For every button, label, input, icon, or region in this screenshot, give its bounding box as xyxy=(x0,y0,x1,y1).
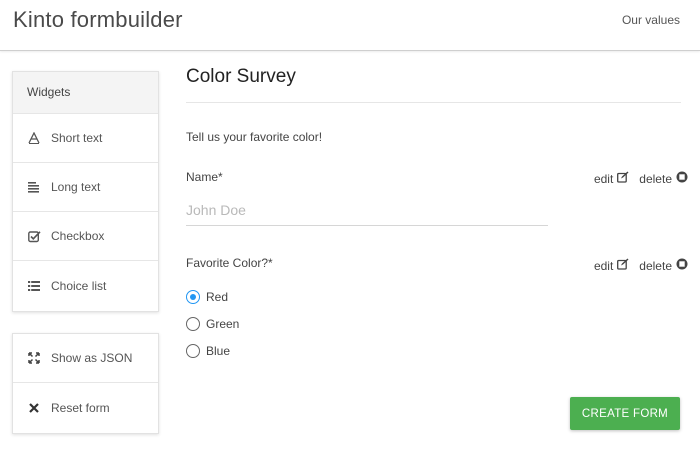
navbar: Kinto formbuilder Our values xyxy=(0,0,700,51)
our-values-link[interactable]: Our values xyxy=(622,13,680,27)
create-form-button[interactable]: CREATE FORM xyxy=(570,397,680,430)
actions-panel: Show as JSON Reset form xyxy=(12,333,159,434)
radio-label: Green xyxy=(206,317,240,331)
widgets-header: Widgets xyxy=(13,72,158,114)
widget-label: Short text xyxy=(51,131,103,145)
name-field-actions: edit delete xyxy=(594,171,688,186)
action-label: Reset form xyxy=(51,400,110,415)
widget-long-text[interactable]: Long text xyxy=(13,163,158,212)
text-format-icon xyxy=(27,131,41,145)
color-field-label: Favorite Color?* xyxy=(186,256,273,270)
edit-color-field-button[interactable]: edit xyxy=(594,258,629,273)
widget-label: Long text xyxy=(51,180,101,194)
widget-label: Checkbox xyxy=(51,229,105,243)
delete-color-field-button[interactable]: delete xyxy=(639,258,688,273)
widget-checkbox[interactable]: Checkbox xyxy=(13,212,158,261)
app-title[interactable]: Kinto formbuilder xyxy=(13,7,183,33)
widget-label: Choice list xyxy=(51,278,107,293)
widgets-panel: Widgets Short text Long text Checkbox Ch… xyxy=(12,71,159,312)
radio-button-checked[interactable] xyxy=(186,290,200,304)
close-icon xyxy=(27,401,41,415)
reset-form-button[interactable]: Reset form xyxy=(13,383,158,432)
name-input[interactable] xyxy=(186,195,548,226)
form-description[interactable]: Tell us your favorite color! xyxy=(186,130,322,144)
edit-name-field-button[interactable]: edit xyxy=(594,171,629,186)
radio-label: Red xyxy=(206,290,229,304)
expand-icon xyxy=(27,351,41,365)
color-field-actions: edit delete xyxy=(594,258,688,273)
form-editor: Color Survey xyxy=(186,66,681,103)
widget-short-text[interactable]: Short text xyxy=(13,114,158,163)
delete-icon xyxy=(676,171,688,186)
name-field-label: Name* xyxy=(186,170,223,184)
edit-icon xyxy=(617,171,629,186)
edit-icon xyxy=(617,258,629,273)
text-lines-icon xyxy=(27,180,41,194)
radio-option-red[interactable]: Red xyxy=(186,290,228,304)
radio-option-green[interactable]: Green xyxy=(186,317,239,331)
list-icon xyxy=(27,279,41,293)
checkbox-icon xyxy=(27,229,41,243)
radio-button[interactable] xyxy=(186,317,200,331)
action-label: Show as JSON xyxy=(51,351,133,365)
show-as-json-button[interactable]: Show as JSON xyxy=(13,334,158,383)
delete-name-field-button[interactable]: delete xyxy=(639,171,688,186)
delete-icon xyxy=(676,258,688,273)
radio-button[interactable] xyxy=(186,344,200,358)
form-title[interactable]: Color Survey xyxy=(186,66,681,103)
radio-label: Blue xyxy=(206,344,231,358)
widget-choice-list[interactable]: Choice list xyxy=(13,261,158,310)
radio-option-blue[interactable]: Blue xyxy=(186,344,230,358)
